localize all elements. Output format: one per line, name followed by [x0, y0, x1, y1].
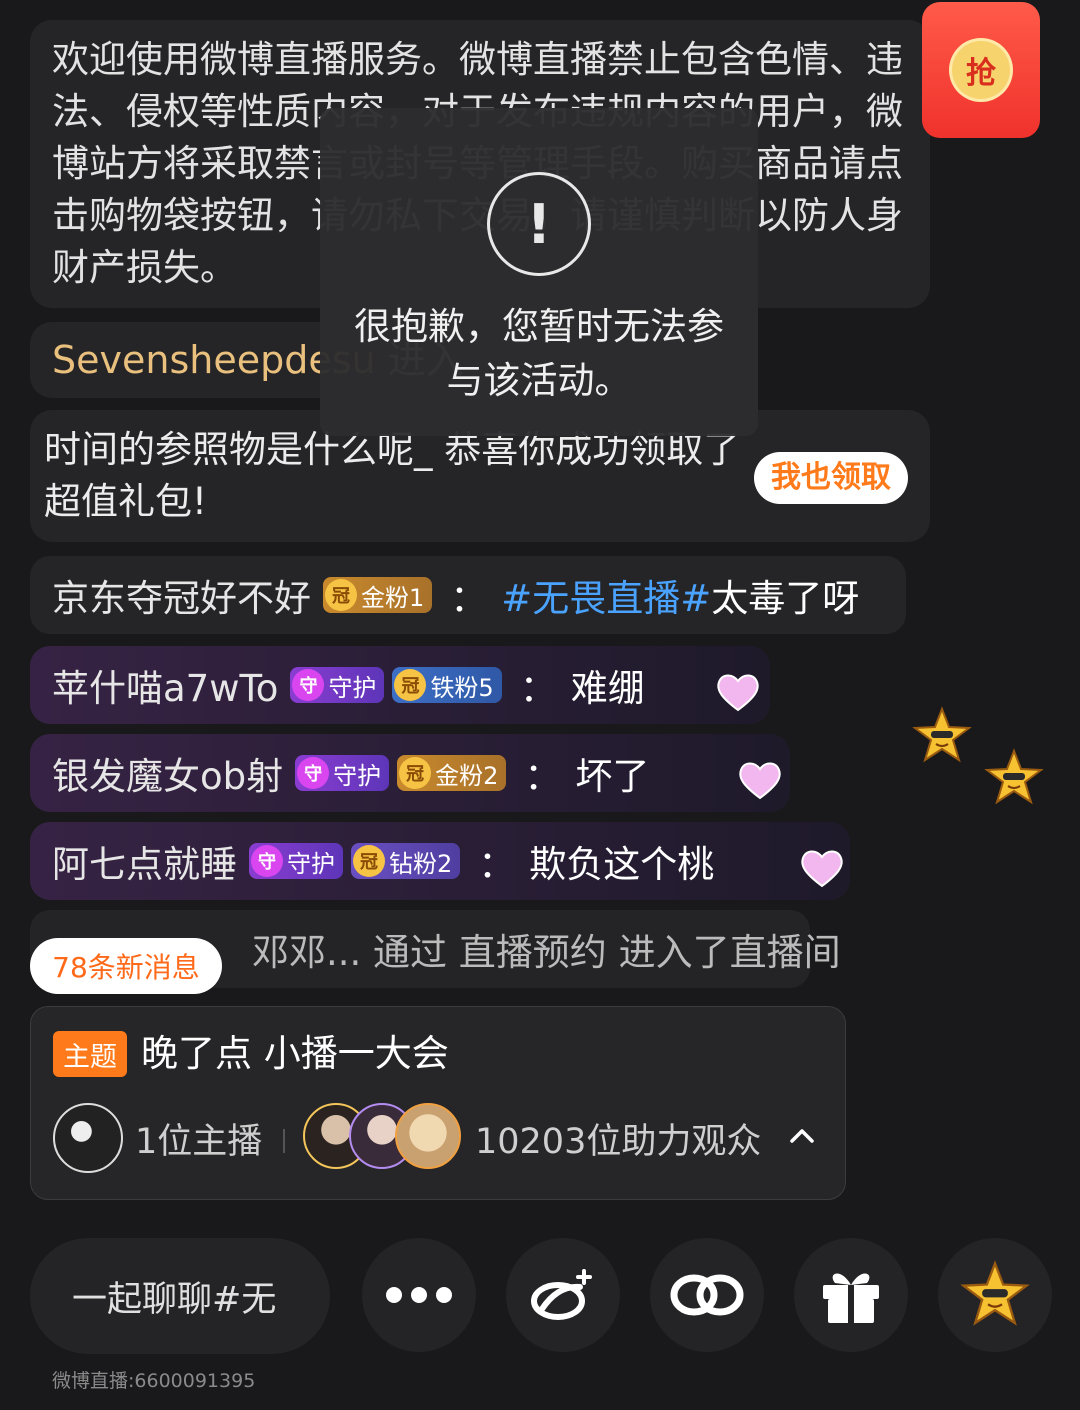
chat-input[interactable]: 一起聊聊#无 — [30, 1238, 330, 1354]
heart-icon — [717, 674, 759, 712]
chat-username[interactable]: 京东夺冠好不好 — [52, 568, 311, 622]
room-id: 微博直播:6600091395 — [52, 1370, 256, 1392]
red-packet-label: 抢 — [952, 41, 1010, 99]
bottom-bar: 一起聊聊#无 — [0, 1238, 1080, 1356]
chat-colon: ： — [450, 577, 488, 620]
topic-tag: 主题 — [53, 1031, 127, 1077]
chat-row: 阿七点就睡 守 守护 冠 钻粉2 ： 欺负这个桃 — [30, 822, 850, 900]
mascot-button[interactable] — [938, 1238, 1052, 1352]
audience-count: 10203位助力观众 — [475, 1122, 762, 1162]
gift-message-text: 时间的参照物是什么呢_ 恭喜你成功领取了超值礼包! — [44, 428, 741, 523]
shield-icon: 守 — [292, 669, 325, 701]
topic-card[interactable]: 主题 晚了点 小播一大会 1位主播 10203位助力观众 — [30, 1006, 846, 1200]
guard-badge: 守 守护 — [249, 843, 343, 879]
guard-badge-label: 守护 — [328, 673, 377, 702]
star-mascot-icon — [960, 1260, 1030, 1326]
gift-icon — [823, 1273, 879, 1323]
fan-badge-label: 铁粉5 — [430, 673, 494, 702]
chat-colon: ： — [519, 667, 557, 710]
fan-badge: 冠 铁粉5 — [392, 667, 502, 703]
weibo-share-button[interactable] — [506, 1238, 620, 1352]
chat-row: 苹什喵a7wTo 守 守护 冠 铁粉5 ： 难绷 — [30, 646, 770, 724]
red-packet-button[interactable]: 抢 — [922, 2, 1040, 138]
star-mascot-icon — [912, 706, 972, 763]
chat-username[interactable]: 阿七点就睡 — [52, 834, 237, 888]
chat-row: 京东夺冠好不好 冠 金粉1 ： #无畏直播# 太毒了呀 — [30, 556, 906, 634]
fan-badge: 冠 钻粉2 — [351, 843, 461, 879]
more-icon — [386, 1287, 452, 1303]
toast-message: 很抱歉，您暂时无法参与该活动。 — [354, 305, 724, 402]
heart-icon — [739, 762, 781, 800]
claim-gift-button[interactable]: 我也领取 — [754, 452, 908, 504]
crown-icon: 冠 — [325, 579, 357, 611]
shield-icon: 守 — [251, 845, 283, 877]
chat-message: 坏了 — [575, 755, 650, 798]
heart-icon — [801, 850, 843, 888]
chat-username[interactable]: 苹什喵a7wTo — [52, 658, 278, 712]
fan-badge: 冠 金粉1 — [323, 577, 433, 613]
fan-badge-label: 钻粉2 — [389, 849, 453, 878]
divider — [283, 1129, 285, 1153]
weibo-share-icon — [531, 1269, 592, 1320]
guard-badge: 守 守护 — [290, 667, 385, 703]
chat-message: 太毒了呀 — [711, 577, 860, 620]
guard-badge-label: 守护 — [333, 761, 382, 790]
link-icon — [670, 1274, 744, 1316]
audience-avatar — [395, 1103, 461, 1169]
error-toast: ! 很抱歉，您暂时无法参与该活动。 — [320, 108, 758, 436]
new-messages-button[interactable]: 78条新消息 — [30, 938, 222, 994]
link-button[interactable] — [650, 1238, 764, 1352]
star-mascot-icon — [984, 748, 1044, 805]
guard-badge-label: 守护 — [287, 849, 335, 878]
exclamation-icon: ! — [487, 172, 591, 276]
crown-icon: 冠 — [353, 845, 385, 877]
chat-hashtag[interactable]: #无畏直播# — [501, 568, 711, 622]
more-button[interactable] — [362, 1238, 476, 1352]
fan-badge: 冠 金粉2 — [397, 755, 507, 791]
topic-title: 晚了点 小播一大会 — [141, 1032, 449, 1075]
chevron-up-icon[interactable] — [789, 1123, 815, 1149]
chat-message: 难绷 — [570, 667, 645, 710]
gift-button[interactable] — [794, 1238, 908, 1352]
crown-icon: 冠 — [394, 669, 427, 701]
chat-row: 银发魔女ob射 守 守护 冠 金粉2 ： 坏了 — [30, 734, 790, 812]
host-avatar[interactable] — [53, 1103, 123, 1173]
host-count: 1位主播 — [135, 1122, 263, 1162]
shield-icon: 守 — [297, 757, 330, 789]
chat-username[interactable]: 银发魔女ob射 — [52, 746, 283, 800]
crown-icon: 冠 — [399, 757, 432, 789]
guard-badge: 守 守护 — [295, 755, 390, 791]
chat-colon: ： — [524, 755, 562, 798]
fan-badge-label: 金粉2 — [435, 761, 499, 790]
chat-colon: ： — [478, 843, 516, 886]
chat-message: 欺负这个桃 — [529, 843, 715, 886]
fan-badge-label: 金粉1 — [361, 583, 425, 612]
